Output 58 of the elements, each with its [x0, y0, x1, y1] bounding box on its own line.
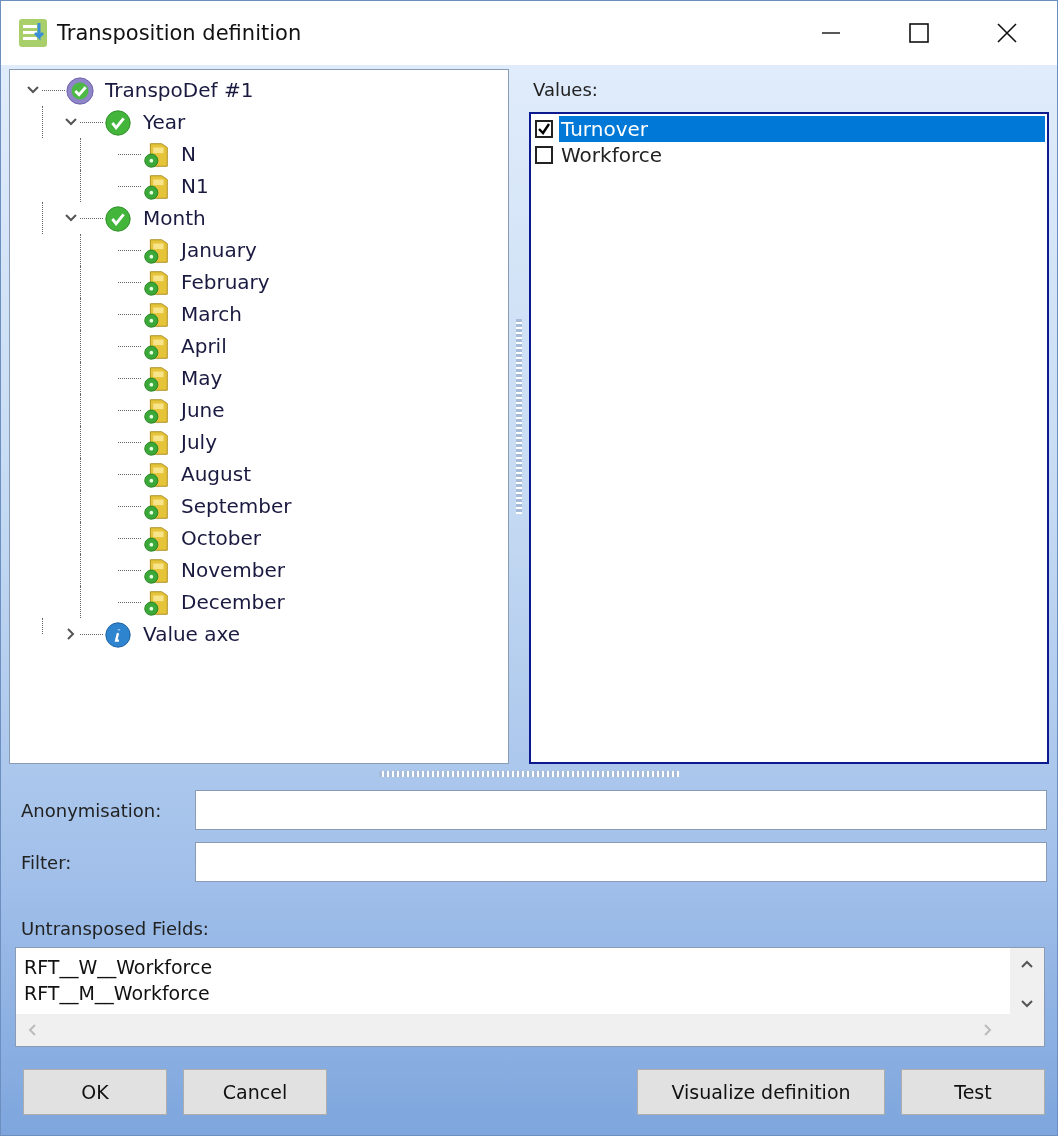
close-icon[interactable] [997, 23, 1017, 43]
tree-item[interactable]: Value axe [143, 622, 241, 646]
check-badge-icon [65, 76, 95, 106]
folder-icon [141, 332, 171, 362]
checkbox[interactable] [535, 146, 553, 164]
maximize-icon[interactable] [909, 23, 929, 43]
check-circle-icon [103, 108, 133, 138]
dialog-button[interactable]: Visualize definition [637, 1069, 885, 1115]
app-icon [17, 17, 49, 49]
window-title: Transposition definition [57, 21, 302, 45]
dialog-button[interactable]: Cancel [183, 1069, 327, 1115]
tree-item[interactable]: January [181, 238, 257, 262]
value-item[interactable]: Turnover [559, 116, 1045, 142]
tree-item[interactable]: February [181, 270, 270, 294]
tree-item[interactable]: July [181, 430, 217, 454]
tree-item[interactable]: December [181, 590, 285, 614]
tree-item[interactable]: September [181, 494, 292, 518]
folder-icon [141, 268, 171, 298]
tree-item[interactable]: TranspoDef #1 [105, 78, 254, 102]
tree-item[interactable]: August [181, 462, 251, 486]
field-label: Filter: [20, 851, 73, 873]
folder-icon [141, 172, 171, 202]
tree-item[interactable]: November [181, 558, 286, 582]
list-item[interactable]: RFT__W__Workforce [24, 954, 213, 980]
splitter-grip[interactable] [516, 319, 522, 514]
checkbox[interactable] [535, 120, 553, 138]
tree-item[interactable]: May [181, 366, 223, 390]
input-field[interactable] [195, 842, 1047, 882]
folder-icon [141, 524, 171, 554]
values-label: Values: [533, 79, 598, 100]
folder-icon [141, 300, 171, 330]
dialog-button[interactable]: Test [901, 1069, 1045, 1115]
tree-item[interactable]: March [181, 302, 242, 326]
folder-icon [141, 236, 171, 266]
splitter-grip[interactable] [379, 771, 679, 777]
dialog-button[interactable]: OK [23, 1069, 167, 1115]
folder-icon [141, 364, 171, 394]
folder-icon [141, 460, 171, 490]
folder-icon [141, 140, 171, 170]
info-icon [103, 620, 133, 650]
tree-item[interactable]: Month [143, 206, 206, 230]
folder-icon [141, 556, 171, 586]
field-label: Anonymisation: [20, 799, 163, 821]
tree-item[interactable]: Year [143, 110, 186, 134]
folder-icon [141, 396, 171, 426]
tree-item[interactable]: June [181, 398, 225, 422]
tree-item[interactable]: October [181, 526, 262, 550]
folder-icon [141, 492, 171, 522]
tree-item[interactable]: N1 [181, 174, 209, 198]
tree-item[interactable]: April [181, 334, 227, 358]
input-field[interactable] [195, 790, 1047, 830]
untransposed-label: Untransposed Fields: [21, 918, 209, 939]
list-item[interactable]: RFT__M__Workforce [24, 980, 210, 1006]
folder-icon [141, 428, 171, 458]
tree-item[interactable]: N [181, 142, 196, 166]
folder-icon [141, 588, 171, 618]
check-circle-icon [103, 204, 133, 234]
value-item[interactable]: Workforce [559, 142, 1045, 168]
